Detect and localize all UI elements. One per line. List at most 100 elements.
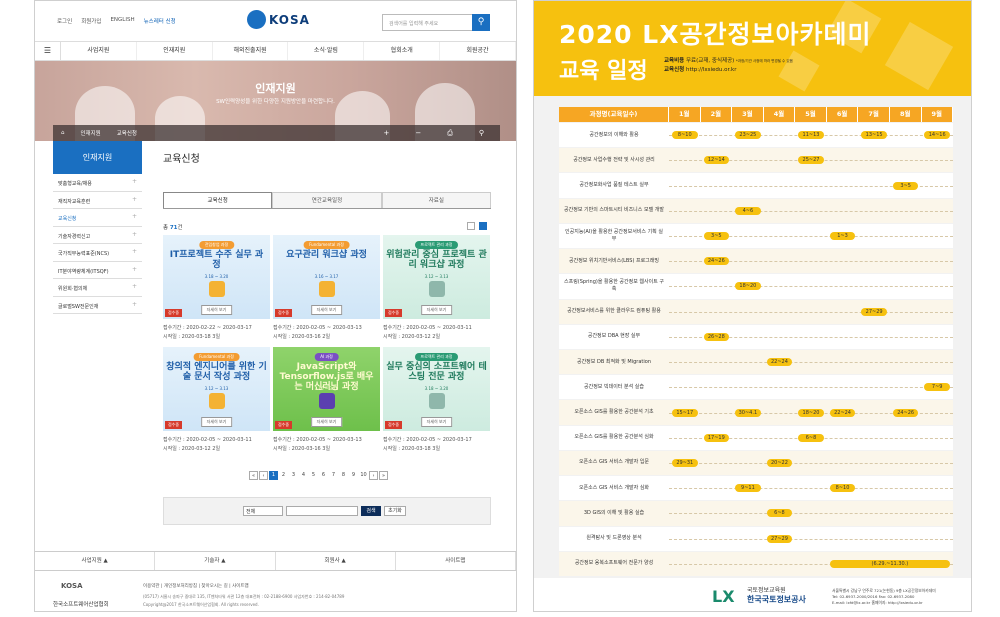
nav-item-news[interactable]: 소식·알림 [288,42,365,60]
schedule-pill: 30~4.1 [735,408,761,417]
search-button[interactable]: 검색 [361,506,381,516]
kosa-logo[interactable]: KOSA [247,10,310,29]
course-tag: 프로젝트 관리 과정 [414,241,459,249]
sidebar-item[interactable]: 기술자경력신고 [53,227,142,244]
signup-link[interactable]: 회원가입 [81,17,101,25]
footer-nav-business[interactable]: 사업지원 ▲ [35,552,156,570]
pager-page[interactable]: 1 [269,471,278,480]
pager-page[interactable]: 9 [349,471,358,480]
detail-button[interactable]: 자세히 보기 [200,305,233,315]
course-tag: 프로젝트 관리 과정 [414,353,459,361]
nav-item-overseas[interactable]: 해외진출지원 [213,42,289,60]
row-guide [669,387,953,389]
footer-nav-sitemap[interactable]: 사이트맵 [396,552,516,570]
course-thumbnail[interactable]: 프로젝트 관리 과정 위험관리 중심 프로젝트 관리 워크샵 과정 3.12 ~… [383,235,490,319]
course-thumbnail[interactable]: 프로젝트 관리 과정 실무 중심의 소프트웨어 테스팅 전문 과정 3.18 ~… [383,347,490,431]
detail-button[interactable]: 자세히 보기 [310,305,343,315]
course-name: 공간정보 빅데이터 분석 실습 [584,383,644,390]
footer-nav-engineer[interactable]: 기술자 ▲ [155,552,276,570]
schedule-row: 인공지능(AI)을 활용한 공간정보서비스 기획 실무 3~5 1~3 [559,223,953,249]
english-link[interactable]: ENGLISH [110,17,134,25]
pager-page[interactable]: 5 [309,471,318,480]
pager-page[interactable]: 4 [299,471,308,480]
nav-item-about[interactable]: 협회소개 [364,42,441,60]
detail-button[interactable]: 자세히 보기 [310,417,343,427]
tab-apply[interactable]: 교육신청 [163,192,273,208]
reset-button[interactable]: 초기화 [384,506,406,516]
schedule-row: 오픈소스 GIS를 활용한 공간분석 기초 15~17 30~4.1 18~20 22~… [559,400,953,425]
start-date: 시작일 : 2020-03-12 2일 [163,446,221,452]
main-nav: ☰ 사업지원 인재지원 해외진출지원 소식·알림 협회소개 회원공간 [35,41,516,61]
schedule-pill: 15~17 [672,408,698,417]
grid-view-icon[interactable] [479,222,487,230]
sidebar-item[interactable]: IT분야역량체계(ITSQF) [53,262,142,279]
application-period: 접수기간 : 2020-02-22 ~ 2020-03-17 [163,325,252,331]
tab-resources[interactable]: 자료실 [381,192,491,208]
detail-button[interactable]: 자세히 보기 [420,305,453,315]
zoom-in-icon[interactable]: + [376,129,398,138]
course-card[interactable]: 전임창업 과정 IT프로젝트 수주 실무 과정 3.18 ~ 3.20 접수중 … [163,235,270,340]
sidebar-item[interactable]: 국가직무능력표준(NCS) [53,244,142,262]
newsletter-link[interactable]: 뉴스레터 신청 [144,17,176,25]
pager-page[interactable]: 10 [359,471,368,480]
nav-item-business[interactable]: 사업지원 [61,42,137,60]
hamburger-menu-icon[interactable]: ☰ [35,42,61,60]
breadcrumb-item-talent[interactable]: 인재지원 [73,129,109,137]
schedule-pill: 8~10 [672,131,698,140]
nav-item-talent[interactable]: 인재지원 [137,42,213,60]
print-icon[interactable]: ⎙ [439,129,461,138]
application-period: 접수기간 : 2020-02-05 ~ 2020-03-13 [273,325,362,331]
tab-annual-schedule[interactable]: 연간교육일정 [272,192,382,208]
schedule-row: 공간정보 위치기반서비스(LBS) 프로그래밍 24~26 [559,249,953,274]
schedule-pill: 7~9 [924,383,950,392]
footer-nav-members[interactable]: 회원사 ▲ [276,552,396,570]
schedule-pill: 13~15 [861,131,887,140]
footer-links[interactable]: 이용약관 | 개인정보처리방침 | 찾아오시는 길 | 사이트맵 [143,583,249,589]
login-link[interactable]: 로그인 [57,17,72,25]
course-illustration-icon [209,281,225,297]
course-card[interactable]: AI 과정 JavaScript와 Tensorflow.js로 배우는 머신러… [273,347,380,452]
list-view-icon[interactable] [467,222,475,230]
pager-page[interactable]: 2 [279,471,288,480]
pager-page[interactable]: 7 [329,471,338,480]
schedule-pill: 3~5 [892,181,919,190]
course-card[interactable]: Fundamental 과정 요구관리 워크샵 과정 3.16 ~ 3.17 접… [273,235,380,340]
pager-page[interactable]: 8 [339,471,348,480]
course-thumbnail[interactable]: Fundamental 과정 요구관리 워크샵 과정 3.16 ~ 3.17 접… [273,235,380,319]
sidebar-item[interactable]: 위원회·협의체 [53,279,142,297]
sidebar-item[interactable]: 글로벌SW전문인재 [53,297,142,314]
schedule-pill: 9~11 [735,484,761,493]
schedule-pill: 6~8 [766,509,793,518]
course-thumbnail[interactable]: AI 과정 JavaScript와 Tensorflow.js로 배우는 머신러… [273,347,380,431]
zoom-out-icon[interactable]: − [407,129,429,138]
footer-logo: KOSA [61,582,83,590]
schedule-row: 스프링(Spring)을 활용한 공간정보 웹사이트 구축 18~20 [559,274,953,299]
application-period: 접수기간 : 2020-02-05 ~ 2020-03-11 [163,437,252,443]
pager-arrow[interactable]: « [249,471,258,480]
pagination: «‹ 1 2 3 4 5 6 7 8 9 10 ›» [249,471,388,480]
row-guide [669,210,953,212]
detail-button[interactable]: 자세히 보기 [420,417,453,427]
pager-page[interactable]: 3 [289,471,298,480]
course-thumbnail[interactable]: Fundamental 과정 창의적 엔지니어를 위한 기술 문서 작성 과정 … [163,347,270,431]
share-icon[interactable]: ⚲ [471,129,492,138]
pager-page[interactable]: 6 [319,471,328,480]
course-thumbnail[interactable]: 전임창업 과정 IT프로젝트 수주 실무 과정 3.18 ~ 3.20 접수중 … [163,235,270,319]
pager-arrow[interactable]: › [369,471,378,480]
sidebar-item-active[interactable]: 교육신청 [53,209,142,227]
keyword-input[interactable] [286,506,358,516]
nav-item-members[interactable]: 회원공간 [440,42,516,60]
course-card[interactable]: 프로젝트 관리 과정 실무 중심의 소프트웨어 테스팅 전문 과정 3.18 ~… [383,347,490,452]
sidebar-item[interactable]: 재직자교육훈련 [53,192,142,209]
pager-arrow[interactable]: » [379,471,388,480]
detail-button[interactable]: 자세히 보기 [200,417,233,427]
sidebar-item[interactable]: 맞춤형교육/채용 [53,174,142,192]
category-select[interactable]: 전체 [243,506,283,516]
pager-arrow[interactable]: ‹ [259,471,268,480]
breadcrumb-item-apply[interactable]: 교육신청 [109,129,145,137]
search-icon[interactable]: ⚲ [472,14,490,31]
home-icon[interactable]: ⌂ [53,130,73,136]
course-card[interactable]: Fundamental 과정 창의적 엔지니어를 위한 기술 문서 작성 과정 … [163,347,270,452]
course-card[interactable]: 프로젝트 관리 과정 위험관리 중심 프로젝트 관리 워크샵 과정 3.12 ~… [383,235,490,340]
sidebar-menu: 맞춤형교육/채용 재직자교육훈련 교육신청 기술자경력신고 국가직무능력표준(N… [53,174,142,314]
